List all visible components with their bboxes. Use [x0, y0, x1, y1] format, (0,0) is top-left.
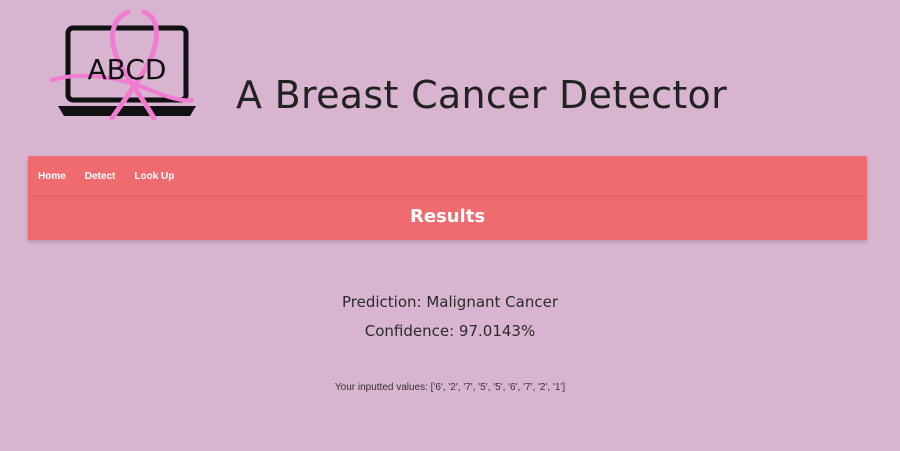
prediction-text: Prediction: Malignant Cancer [342, 293, 558, 311]
laptop-ribbon-icon: ABCD [50, 9, 196, 121]
section-title: Results [409, 206, 486, 227]
navbar: Home Detect Look Up [28, 156, 867, 197]
site-logo: ABCD [50, 6, 202, 128]
nav-item-detect[interactable]: Detect [85, 171, 116, 182]
nav-item-lookup[interactable]: Look Up [134, 171, 174, 182]
confidence-text: Confidence: 97.0143% [364, 322, 536, 340]
inputted-values-text: Your inputted values: ['6', '2', '7', '5… [334, 382, 566, 393]
nav-item-home[interactable]: Home [38, 171, 66, 182]
logo-text: ABCD [88, 53, 167, 86]
nav-panel: Home Detect Look Up Results [28, 156, 867, 240]
page-title: A Breast Cancer Detector [236, 73, 728, 117]
